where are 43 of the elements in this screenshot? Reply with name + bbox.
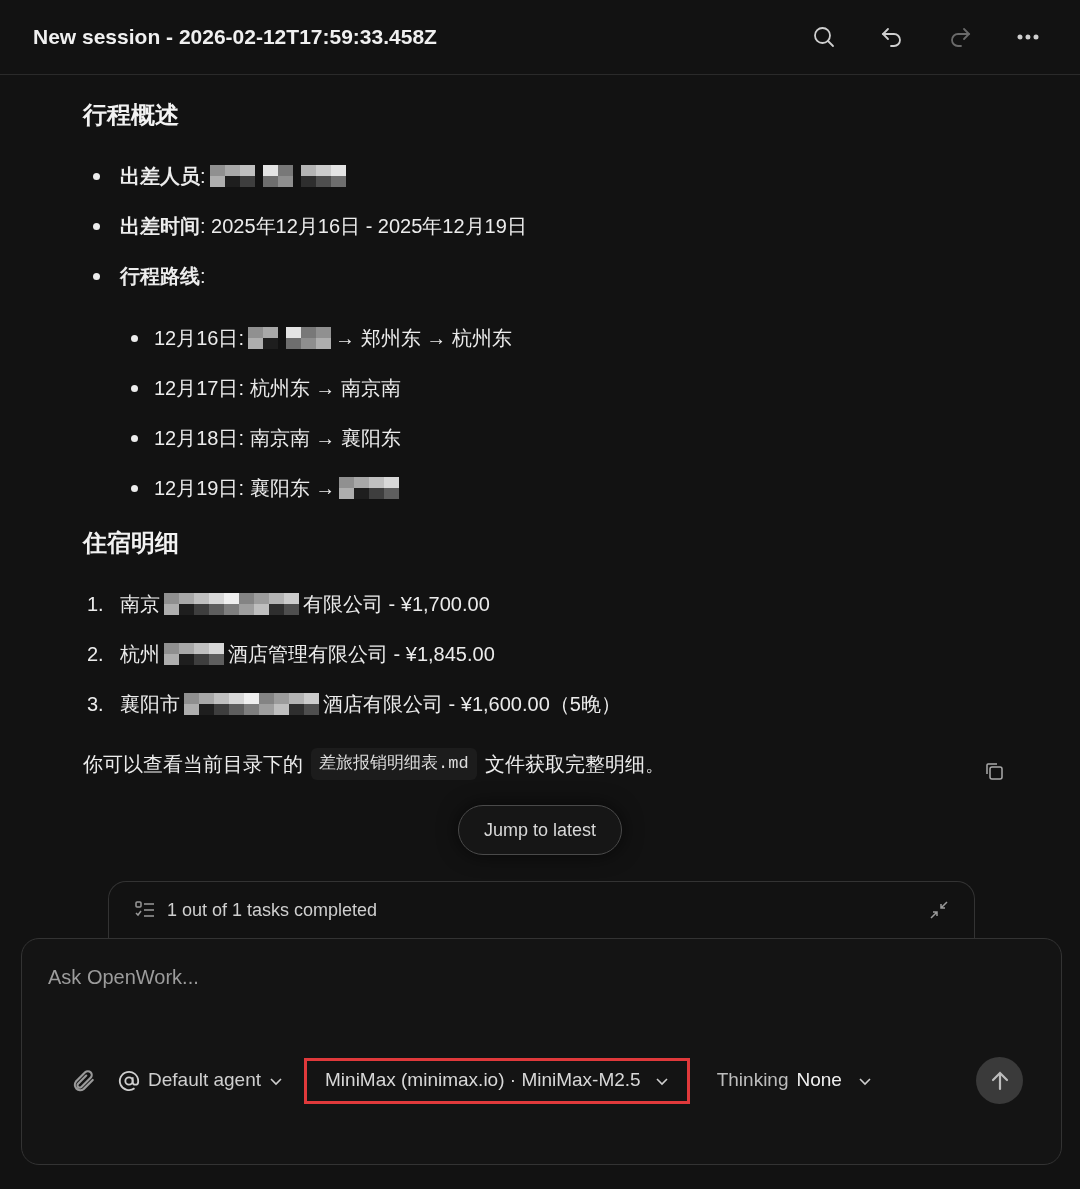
checklist-icon (135, 901, 155, 919)
at-sign-icon (118, 1069, 140, 1092)
list-text: 12月19日: 襄阳东 → (154, 476, 336, 501)
window-title: New session - 2026-02-12T17:59:33.458Z (33, 24, 437, 51)
list-text: 杭州 (120, 642, 160, 667)
redaction-mosaic (248, 327, 279, 349)
model-selector[interactable]: MiniMax (minimax.io) · MiniMax-M2.5 (304, 1057, 690, 1104)
redaction-mosaic (300, 165, 346, 187)
thinking-selector[interactable]: Thinking None (716, 1066, 872, 1095)
list-number: 1. (86, 592, 105, 617)
redaction-mosaic (209, 165, 255, 187)
copy-icon[interactable] (984, 761, 1004, 781)
send-button[interactable] (976, 1057, 1023, 1104)
jump-to-latest-button[interactable]: Jump to latest (457, 805, 623, 855)
search-icon[interactable] (812, 25, 836, 49)
section-heading: 行程概述 (83, 100, 180, 130)
list-text: 出差人员: (120, 164, 206, 189)
redaction-mosaic (339, 477, 400, 499)
list-text: 出差时间: 2025年12月16日 - 2025年12月19日 (120, 214, 527, 239)
code-chip: 差旅报销明细表.md (311, 748, 477, 780)
agent-selector[interactable]: Default agent (118, 1066, 284, 1095)
undo-icon[interactable] (880, 25, 904, 49)
redaction-mosaic (164, 643, 224, 665)
list-text: 襄阳市 (120, 692, 180, 717)
list-text: 行程路线: (120, 264, 206, 289)
list-text: 12月17日: 杭州东 → 南京南 (154, 376, 401, 401)
paragraph-text: 文件获取完整明细。 (484, 752, 665, 777)
list-number: 3. (86, 692, 105, 717)
list-text: 南京 (120, 592, 160, 617)
redaction-mosaic (286, 327, 332, 349)
tasks-summary: 1 out of 1 tasks completed (167, 898, 378, 922)
list-text: → 郑州东 → 杭州东 (335, 326, 512, 351)
message-input[interactable]: Ask OpenWork... (48, 961, 1035, 993)
list-text: 有限公司 - ¥1,700.00 (303, 592, 490, 617)
list-number: 2. (86, 642, 105, 667)
list-text: 12月16日: (154, 326, 245, 351)
collapse-icon[interactable] (930, 901, 948, 919)
list-text: 酒店管理有限公司 - ¥1,845.00 (228, 642, 495, 667)
redaction-mosaic (262, 165, 293, 187)
section-heading: 住宿明细 (83, 528, 180, 558)
list-text: 酒店有限公司 - ¥1,600.00（5晚） (323, 692, 621, 717)
list-text: 12月18日: 南京南 → 襄阳东 (154, 426, 401, 451)
paragraph-text: 你可以查看当前目录下的 (83, 752, 303, 777)
